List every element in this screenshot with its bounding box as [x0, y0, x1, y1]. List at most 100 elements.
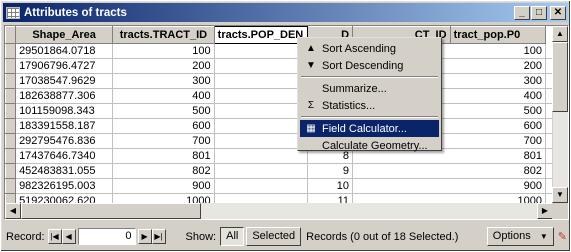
- cell-shape-area[interactable]: 101159098.343: [15, 103, 114, 119]
- cell-tract-id[interactable]: 400: [112, 88, 215, 104]
- cell-tract-id[interactable]: 801: [112, 148, 215, 164]
- table-row[interactable]: 452483831.055 802 9 802: [5, 163, 553, 179]
- table-row[interactable]: 982326195.003 900 10 900: [5, 178, 553, 194]
- scroll-right-icon[interactable]: ▶: [537, 203, 553, 219]
- cell-pop-id[interactable]: 9: [307, 163, 354, 179]
- row-selector[interactable]: [5, 43, 17, 59]
- cell-tract-id[interactable]: 600: [112, 118, 215, 134]
- table-row[interactable]: 101159098.3435005500: [5, 103, 553, 119]
- row-selector[interactable]: [5, 163, 17, 179]
- cell-tract-id[interactable]: 700: [112, 133, 215, 149]
- column-header-shape-area[interactable]: Shape_Area: [15, 26, 114, 44]
- menu-item-summarize[interactable]: Summarize...: [300, 80, 439, 97]
- menu-item-calculate-geometry[interactable]: Calculate Geometry...: [300, 137, 439, 154]
- scroll-down-icon[interactable]: ▼: [552, 187, 568, 203]
- attribute-table-window: Attributes of tracts _ □ ✕ Shape_Area tr…: [0, 0, 571, 252]
- records-count-text: Records (0 out of 18 Selected.): [306, 230, 459, 243]
- scroll-up-icon[interactable]: ▲: [552, 26, 568, 42]
- table-row[interactable]: 17906796.47272002200: [5, 58, 553, 74]
- close-button[interactable]: ✕: [550, 5, 566, 20]
- previous-record-icon[interactable]: ◀: [61, 229, 76, 244]
- cell-pop-den[interactable]: [214, 133, 309, 149]
- show-all-button[interactable]: All: [220, 227, 245, 246]
- cell-pop-den[interactable]: [214, 88, 309, 104]
- title-bar[interactable]: Attributes of tracts _ □ ✕: [3, 3, 568, 22]
- show-label: Show:: [185, 230, 217, 243]
- show-selected-button[interactable]: Selected: [246, 227, 302, 246]
- maximize-button[interactable]: □: [531, 5, 547, 20]
- cell-shape-area[interactable]: 519230062.620: [15, 193, 114, 203]
- row-selector[interactable]: [5, 178, 17, 194]
- row-selector[interactable]: [5, 73, 17, 89]
- cell-pop-den[interactable]: [214, 163, 309, 179]
- menu-item-label: Sort Descending: [322, 59, 404, 72]
- cell-tract-id[interactable]: 300: [112, 73, 215, 89]
- cell-tract-id[interactable]: 900: [112, 178, 215, 194]
- options-label: Options: [492, 230, 531, 242]
- cell-pop-den[interactable]: [214, 193, 309, 203]
- table-row[interactable]: 17437646.7340 801 8 801: [5, 148, 553, 164]
- column-header-tract-pop-p0[interactable]: tract_pop.P0: [449, 26, 547, 44]
- cell-tract-pop-tract-id[interactable]: 1000: [352, 193, 546, 203]
- cell-pop-den[interactable]: [214, 118, 309, 134]
- cell-shape-area[interactable]: 17038547.9629: [15, 73, 114, 89]
- column-header-tract-id[interactable]: tracts.TRACT_ID: [112, 26, 215, 44]
- record-number-input[interactable]: 0: [77, 228, 136, 245]
- vertical-scrollbar[interactable]: ▲ ▼: [552, 26, 568, 203]
- horizontal-scrollbar[interactable]: ◀ ▶: [5, 203, 553, 219]
- horizontal-scroll-thumb[interactable]: [21, 203, 201, 219]
- cell-tract-id[interactable]: 500: [112, 103, 215, 119]
- menu-item-sort-ascending[interactable]: ▲ Sort Ascending: [300, 40, 439, 57]
- row-selector[interactable]: [5, 118, 17, 134]
- row-selector[interactable]: [5, 58, 17, 74]
- cell-tract-id[interactable]: 802: [112, 163, 215, 179]
- cell-shape-area[interactable]: 17906796.4727: [15, 58, 114, 74]
- cell-shape-area[interactable]: 452483831.055: [15, 163, 114, 179]
- column-header-pop-den[interactable]: tracts.POP_DEN: [213, 26, 309, 44]
- cell-pop-id[interactable]: 11: [307, 193, 354, 203]
- table-row[interactable]: 292795476.8367007700: [5, 133, 553, 149]
- options-button[interactable]: Options ▼: [486, 227, 554, 246]
- table-row[interactable]: 29501864.07181001100: [5, 43, 553, 59]
- cell-shape-area[interactable]: 182638877.306: [15, 88, 114, 104]
- row-selector[interactable]: [5, 148, 17, 164]
- cell-pop-den[interactable]: [214, 58, 309, 74]
- minimize-button[interactable]: _: [514, 5, 530, 20]
- cell-tract-pop-tract-id[interactable]: 900: [352, 178, 546, 194]
- cell-shape-area[interactable]: 17437646.7340: [15, 148, 114, 164]
- row-selector[interactable]: [5, 133, 17, 149]
- cell-pop-den[interactable]: [214, 148, 309, 164]
- table-row[interactable]: 17038547.96293003300: [5, 73, 553, 89]
- menu-item-statistics[interactable]: Σ Statistics...: [300, 97, 439, 114]
- row-selector[interactable]: [5, 103, 17, 119]
- scroll-left-icon[interactable]: ◀: [5, 203, 21, 219]
- menu-item-field-calculator[interactable]: ▦ Field Calculator...: [300, 120, 439, 137]
- cell-shape-area[interactable]: 982326195.003: [15, 178, 114, 194]
- cell-pop-den[interactable]: [214, 178, 309, 194]
- cell-tract-pop-tract-id[interactable]: 802: [352, 163, 546, 179]
- cell-tract-id[interactable]: 100: [112, 43, 215, 59]
- cell-tract-id[interactable]: 1000: [112, 193, 215, 203]
- table-row[interactable]: 182638877.3064004400: [5, 88, 553, 104]
- row-selector[interactable]: [5, 88, 17, 104]
- next-record-icon[interactable]: ▶: [137, 229, 152, 244]
- cell-pop-id[interactable]: 10: [307, 178, 354, 194]
- cell-pop-den[interactable]: [214, 73, 309, 89]
- table-row[interactable]: 183391558.1876006600: [5, 118, 553, 134]
- cell-shape-area[interactable]: 292795476.836: [15, 133, 114, 149]
- first-record-icon[interactable]: |◀: [47, 229, 62, 244]
- cell-tract-id[interactable]: 200: [112, 58, 215, 74]
- row-selector-header[interactable]: [5, 26, 17, 44]
- menu-item-sort-descending[interactable]: ▼ Sort Descending: [300, 57, 439, 74]
- pencil-icon[interactable]: ✎: [558, 230, 567, 243]
- row-selector[interactable]: [5, 193, 17, 203]
- cell-pop-den[interactable]: [214, 43, 309, 59]
- cell-shape-area[interactable]: 29501864.0718: [15, 43, 114, 59]
- cell-pop-den[interactable]: [214, 103, 309, 119]
- vertical-scroll-thumb[interactable]: [552, 42, 568, 112]
- last-record-icon[interactable]: ▶|: [151, 229, 166, 244]
- calculator-icon: ▦: [306, 123, 316, 134]
- menu-item-label: Statistics...: [322, 99, 376, 112]
- cell-shape-area[interactable]: 183391558.187: [15, 118, 114, 134]
- table-row[interactable]: 519230062.620 1000 11 1000: [5, 193, 553, 203]
